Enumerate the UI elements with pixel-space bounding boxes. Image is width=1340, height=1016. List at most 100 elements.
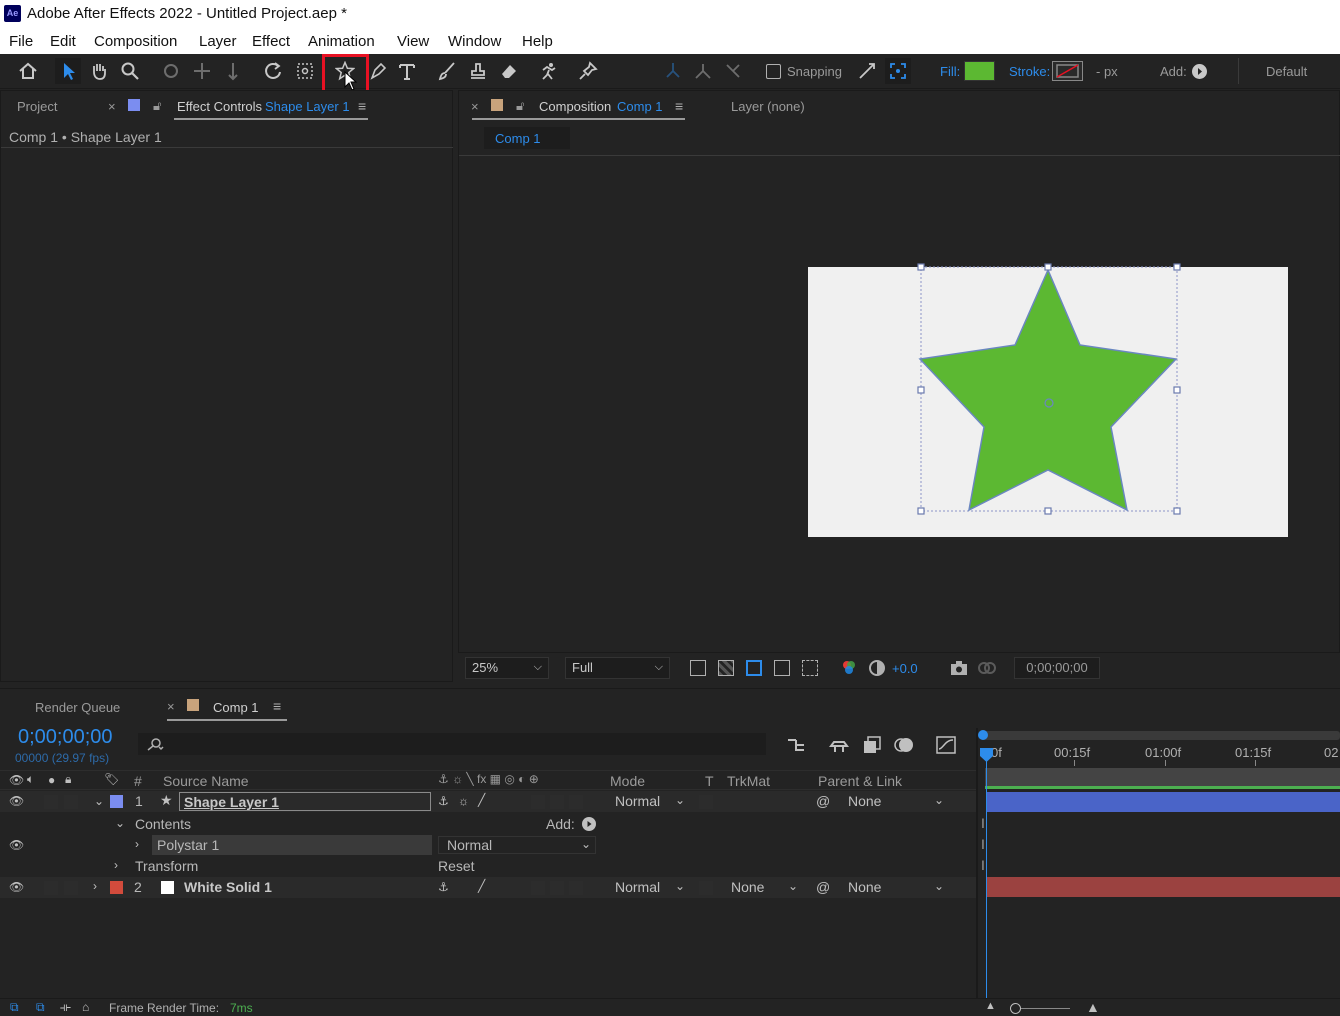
lock-box[interactable] bbox=[64, 881, 78, 895]
playhead-line[interactable] bbox=[986, 752, 987, 998]
layer-2-duration-bar[interactable] bbox=[986, 877, 1340, 897]
polystar-name-field[interactable]: Polystar 1 bbox=[152, 835, 432, 855]
zoom-in-icon[interactable]: ▲ bbox=[1086, 999, 1100, 1015]
close-tab-icon[interactable]: × bbox=[471, 99, 479, 114]
anchor-point-tool-icon[interactable] bbox=[292, 58, 318, 84]
viewer-timecode[interactable]: 0;00;00;00 bbox=[1014, 657, 1100, 679]
dolly-camera-icon[interactable] bbox=[220, 58, 246, 84]
switch-box[interactable] bbox=[531, 795, 545, 809]
menu-animation[interactable]: Animation bbox=[308, 33, 375, 50]
resolution-dropdown[interactable]: Full ⌵ bbox=[565, 657, 670, 679]
layer-mode[interactable]: Normal bbox=[615, 879, 660, 895]
label-tag-icon[interactable]: 🏷︎ bbox=[104, 772, 119, 786]
stroke-width-value[interactable]: - px bbox=[1096, 64, 1118, 79]
mask-visibility-icon[interactable] bbox=[746, 660, 762, 676]
chevron-right-icon[interactable]: › bbox=[135, 837, 139, 851]
layer-switches-icon[interactable]: ⧉ bbox=[10, 1000, 19, 1015]
transform-row[interactable]: › Transform Reset bbox=[0, 856, 978, 877]
menu-layer[interactable]: Layer bbox=[199, 33, 237, 50]
local-axis-icon[interactable] bbox=[660, 58, 686, 84]
menu-edit[interactable]: Edit bbox=[50, 33, 76, 50]
add-menu-icon[interactable] bbox=[1192, 64, 1207, 79]
chevron-down-icon[interactable]: ⌄ bbox=[115, 816, 125, 830]
chevron-down-icon[interactable]: ⌄ bbox=[675, 793, 685, 807]
stroke-swatch[interactable] bbox=[1052, 61, 1083, 81]
zoom-slider-track[interactable] bbox=[1015, 1008, 1070, 1009]
switch-box[interactable] bbox=[550, 795, 564, 809]
layer-mode[interactable]: Normal bbox=[615, 793, 660, 809]
shy-layers-icon[interactable] bbox=[828, 736, 850, 754]
tab-timeline-comp[interactable]: Comp 1 bbox=[213, 700, 259, 715]
chevron-down-icon[interactable]: ⌄ bbox=[675, 879, 685, 893]
layer-label-color[interactable] bbox=[110, 795, 123, 808]
fill-label[interactable]: Fill: bbox=[940, 64, 960, 79]
selection-tool-icon[interactable] bbox=[55, 58, 81, 84]
chevron-right-icon[interactable]: › bbox=[114, 858, 118, 872]
pickwhip-icon[interactable]: @ bbox=[816, 879, 830, 895]
menu-help[interactable]: Help bbox=[522, 33, 553, 50]
chevron-down-icon[interactable]: ⌄ bbox=[934, 879, 944, 893]
time-navigator[interactable] bbox=[980, 731, 1340, 740]
solo-box[interactable] bbox=[44, 881, 58, 895]
exposure-value[interactable]: +0.0 bbox=[892, 661, 918, 676]
lock-icon[interactable]: 🔓︎ bbox=[153, 98, 161, 114]
visibility-eye-icon[interactable]: 👁︎ bbox=[9, 838, 24, 852]
menu-view[interactable]: View bbox=[397, 33, 429, 50]
header-source-name[interactable]: Source Name bbox=[163, 773, 249, 789]
zoom-dropdown[interactable]: 25% ⌵ bbox=[465, 657, 549, 679]
channel-icon[interactable] bbox=[840, 659, 858, 677]
region-of-interest-icon[interactable] bbox=[774, 660, 790, 676]
reset-link[interactable]: Reset bbox=[438, 858, 475, 874]
transparency-grid-icon[interactable] bbox=[718, 660, 734, 676]
snap-options-icon[interactable] bbox=[854, 58, 880, 84]
show-snapshot-icon[interactable] bbox=[978, 660, 996, 676]
audio-speaker-icon[interactable]: 🔈︎ bbox=[27, 772, 34, 787]
comp-subtab[interactable]: Comp 1 bbox=[484, 127, 570, 149]
exposure-reset-icon[interactable] bbox=[868, 659, 886, 677]
roto-brush-tool-icon[interactable] bbox=[536, 58, 562, 84]
solo-dot-icon[interactable]: ● bbox=[48, 773, 55, 787]
rotate-tool-icon[interactable] bbox=[260, 58, 286, 84]
switch-box[interactable] bbox=[569, 881, 583, 895]
visibility-eye-icon[interactable]: 👁︎ bbox=[9, 880, 24, 894]
home-tool-icon[interactable] bbox=[15, 58, 41, 84]
grid-guides-icon[interactable] bbox=[802, 660, 818, 676]
layer-1-duration-bar[interactable] bbox=[986, 792, 1340, 812]
visibility-eye-icon[interactable]: 👁︎ bbox=[9, 794, 24, 808]
playhead-handle-icon[interactable] bbox=[980, 748, 993, 762]
layer-parent[interactable]: None bbox=[848, 879, 881, 895]
panel-menu-icon[interactable]: ≡ bbox=[273, 698, 281, 714]
lock-icon[interactable]: 🔓︎ bbox=[516, 98, 524, 114]
fast-previews-icon[interactable] bbox=[690, 660, 706, 676]
video-eye-icon[interactable]: 👁︎ bbox=[9, 773, 24, 787]
layer-row-1[interactable]: 👁︎ ⌄ 1 ★ Shape Layer 1 ⚓︎ ☼ ╱ Normal ⌄ @… bbox=[0, 791, 978, 812]
zoom-slider-handle[interactable] bbox=[1010, 1003, 1021, 1014]
orbit-camera-icon[interactable] bbox=[158, 58, 184, 84]
hand-tool-icon[interactable] bbox=[86, 58, 112, 84]
close-tab-icon[interactable]: × bbox=[108, 99, 116, 114]
solo-box[interactable] bbox=[44, 795, 58, 809]
navigator-start-handle[interactable] bbox=[978, 730, 988, 740]
switch-box[interactable] bbox=[550, 881, 564, 895]
work-area-bar[interactable] bbox=[985, 768, 1340, 786]
layer-name-text[interactable]: White Solid 1 bbox=[184, 879, 272, 895]
tab-comp-name[interactable]: Comp 1 bbox=[617, 99, 663, 114]
chevron-down-icon[interactable]: ⌄ bbox=[788, 879, 798, 893]
fill-swatch[interactable] bbox=[964, 61, 995, 81]
current-time-display[interactable]: 0;00;00;00 bbox=[18, 726, 113, 749]
frame-blending-icon[interactable] bbox=[861, 735, 883, 755]
render-time-icon[interactable]: ⌂ bbox=[82, 1000, 89, 1014]
panel-menu-icon[interactable]: ≡ bbox=[358, 98, 366, 114]
layer-trkmat[interactable]: None bbox=[731, 879, 764, 895]
brush-tool-icon[interactable] bbox=[434, 58, 460, 84]
panel-menu-icon[interactable]: ≡ bbox=[675, 98, 683, 114]
graph-editor-icon[interactable] bbox=[935, 735, 957, 755]
type-tool-icon[interactable] bbox=[394, 58, 420, 84]
preserve-transparency-box[interactable] bbox=[699, 881, 713, 895]
polystar-row[interactable]: 👁︎ › Polystar 1 Normal ⌄ bbox=[0, 835, 978, 856]
layer-row-2[interactable]: 👁︎ › 2 White Solid 1 ⚓︎ ╱ Normal ⌄ None … bbox=[0, 877, 978, 898]
quality-switch-icon[interactable]: ╱ bbox=[478, 879, 485, 893]
star-shape[interactable] bbox=[908, 257, 1188, 522]
pan-camera-icon[interactable] bbox=[189, 58, 215, 84]
tab-render-queue[interactable]: Render Queue bbox=[35, 700, 120, 715]
